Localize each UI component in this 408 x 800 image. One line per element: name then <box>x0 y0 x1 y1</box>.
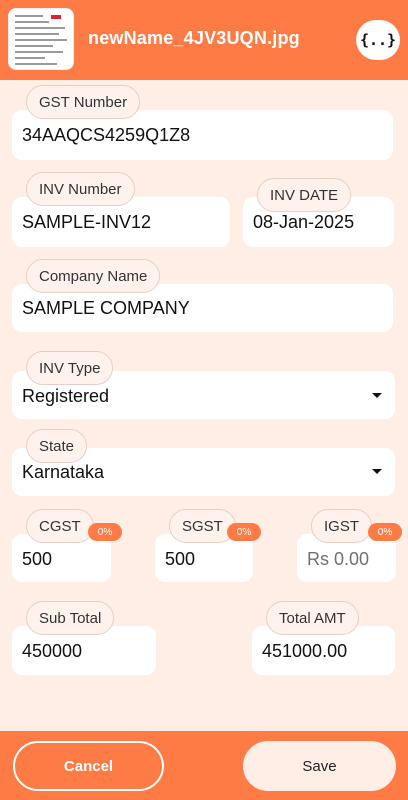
state-label: State <box>26 429 88 463</box>
thumbnail-highlight-mark <box>51 15 61 19</box>
inv-number-label: INV Number <box>26 172 135 206</box>
sgst-label: SGST <box>169 509 236 543</box>
sub-total-value: 450000 <box>22 641 83 661</box>
inv-type-value: Registered <box>22 386 110 406</box>
dropdown-caret-icon <box>372 393 382 398</box>
inv-date-label: INV DATE <box>257 178 352 212</box>
cgst-rate-badge[interactable]: 0% <box>88 523 122 541</box>
state-value: Karnataka <box>22 462 105 482</box>
json-braces-icon: {..} <box>359 31 397 49</box>
company-name-label: Company Name <box>26 259 161 293</box>
company-name-value: SAMPLE COMPANY <box>22 298 190 318</box>
sgst-rate-badge[interactable]: 0% <box>227 523 261 541</box>
inv-type-label: INV Type <box>26 351 114 385</box>
igst-rate-badge[interactable]: 0% <box>368 523 402 541</box>
save-button[interactable]: Save <box>243 741 396 791</box>
sub-total-label: Sub Total <box>26 601 115 635</box>
json-view-button[interactable]: {..} <box>356 20 400 60</box>
cgst-label: CGST <box>26 509 94 543</box>
gst-number-value: 34AAQCS4259Q1Z8 <box>22 125 191 145</box>
inv-number-value: SAMPLE-INV12 <box>22 212 152 232</box>
invoice-thumbnail[interactable] <box>8 8 74 70</box>
total-amt-label: Total AMT <box>266 601 359 635</box>
total-amt-value: 451000.00 <box>262 641 348 661</box>
igst-value: Rs 0.00 <box>307 549 370 569</box>
cgst-value: 500 <box>22 549 53 569</box>
file-name-title: newName_4JV3UQN.jpg <box>88 28 300 48</box>
inv-date-value: 08-Jan-2025 <box>253 212 355 232</box>
cancel-button[interactable]: Cancel <box>13 741 164 791</box>
gst-number-label: GST Number <box>26 85 141 119</box>
igst-label: IGST <box>311 509 373 543</box>
sgst-value: 500 <box>165 549 196 569</box>
dropdown-caret-icon <box>372 469 382 474</box>
